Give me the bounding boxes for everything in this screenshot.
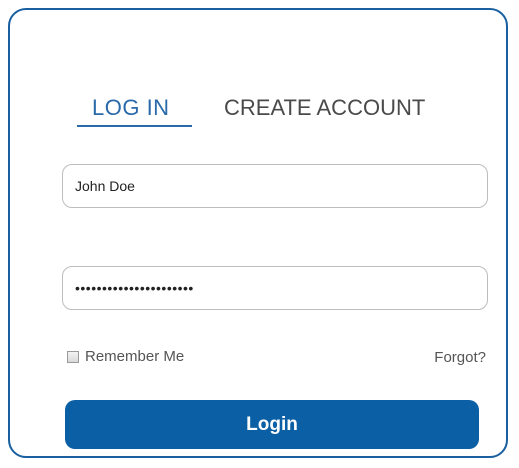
remember-me-toggle[interactable]: Remember Me bbox=[67, 348, 184, 365]
login-card: LOG IN CREATE ACCOUNT Remember Me Forgot… bbox=[8, 8, 508, 458]
password-field[interactable] bbox=[62, 266, 488, 310]
login-button[interactable]: Login bbox=[65, 400, 479, 449]
forgot-password-link[interactable]: Forgot? bbox=[434, 349, 486, 366]
tab-create-account[interactable]: CREATE ACCOUNT bbox=[224, 95, 425, 121]
tab-login[interactable]: LOG IN bbox=[92, 95, 170, 121]
auth-tabs: LOG IN CREATE ACCOUNT bbox=[10, 95, 506, 129]
username-field[interactable] bbox=[62, 164, 488, 208]
remember-me-checkbox[interactable] bbox=[67, 350, 79, 363]
remember-me-label: Remember Me bbox=[85, 348, 185, 365]
active-tab-indicator bbox=[77, 125, 192, 127]
